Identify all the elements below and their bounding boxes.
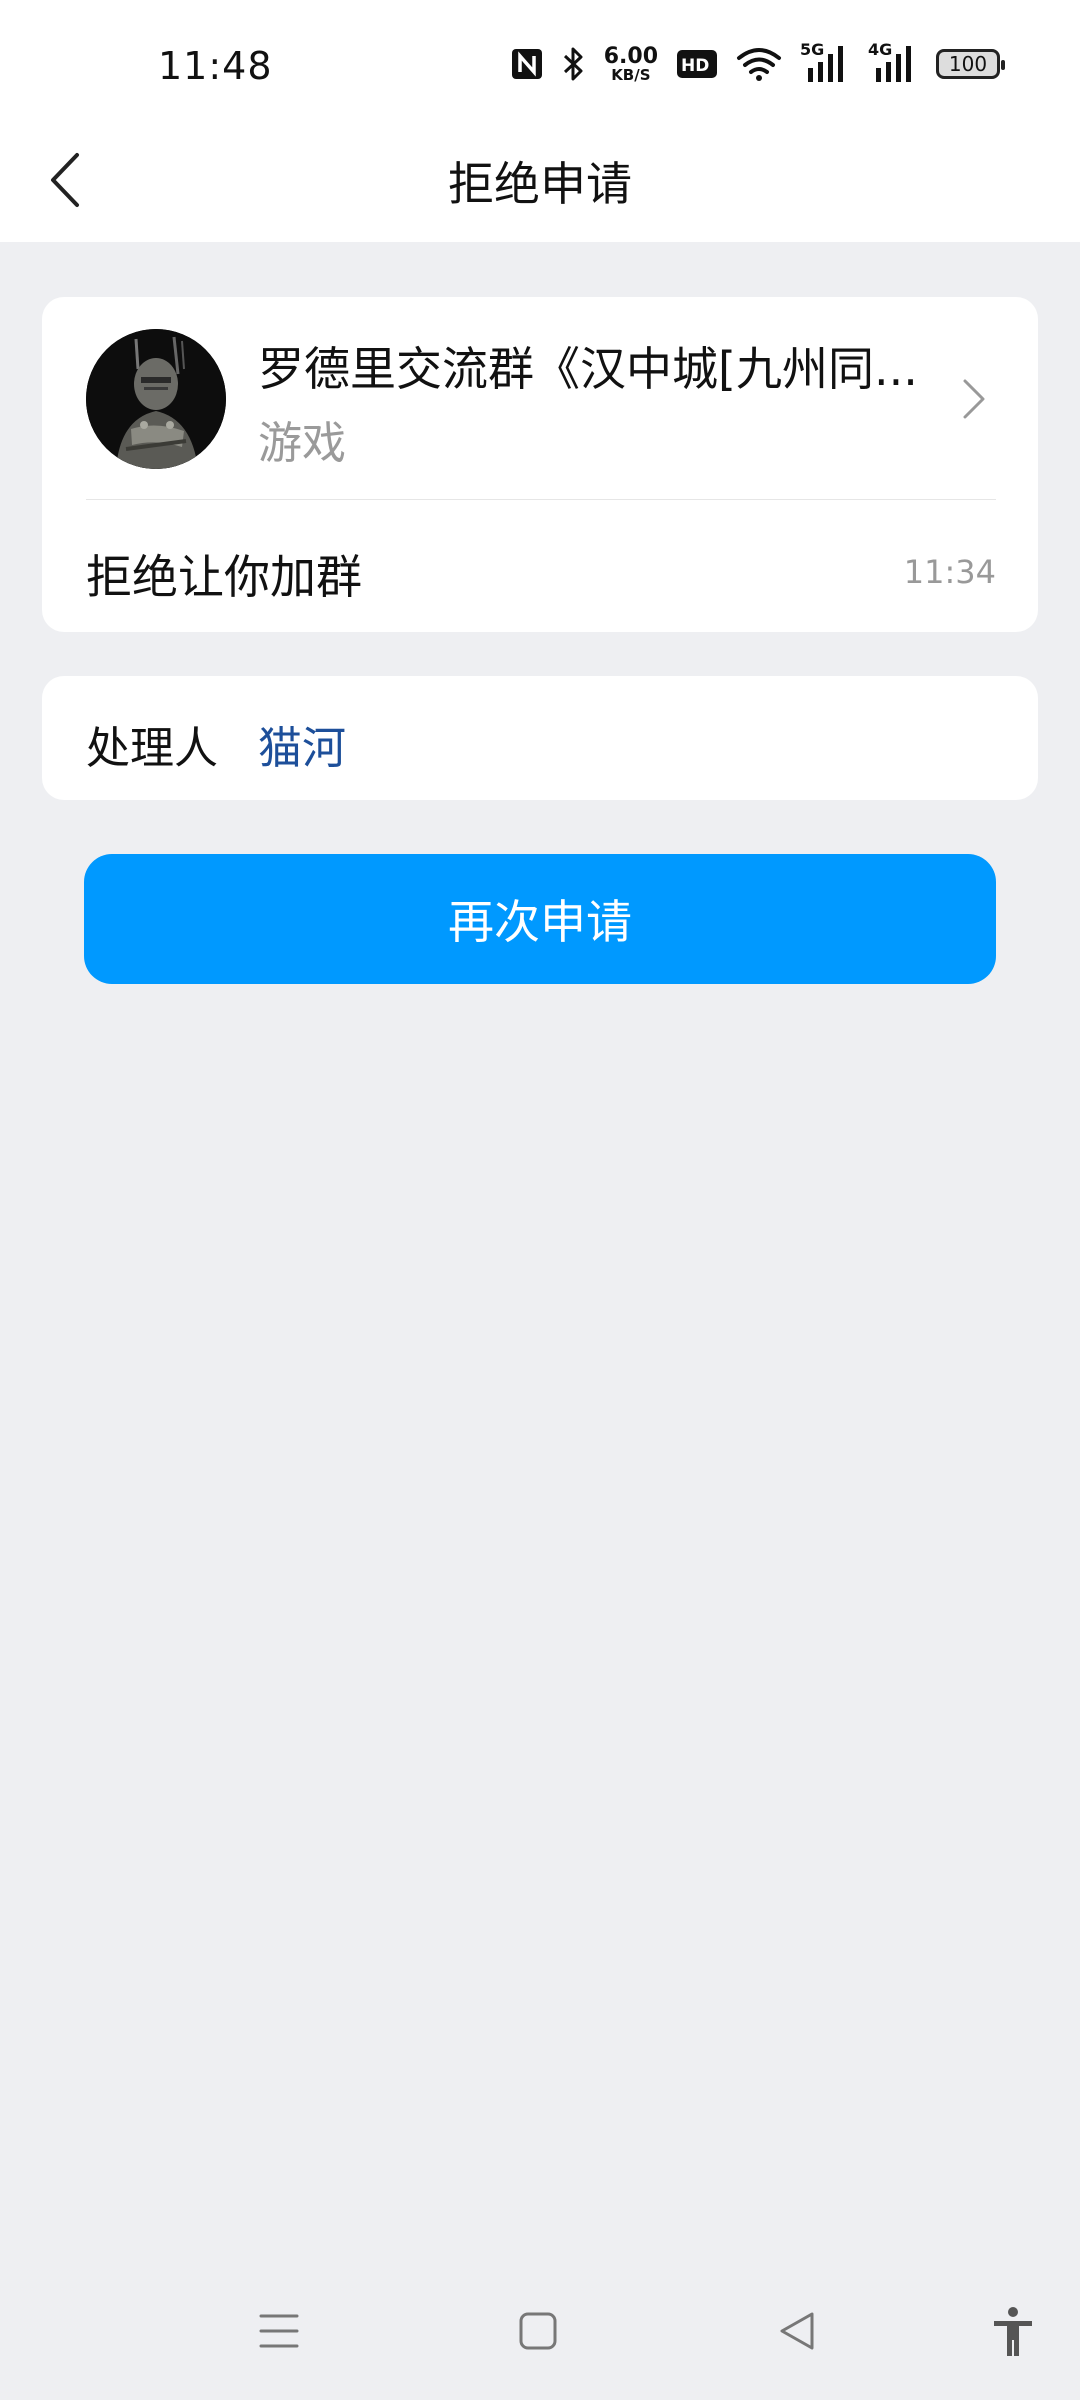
reject-time: 11:34 [903, 553, 996, 591]
battery-icon: 100 [936, 49, 1005, 79]
divider [86, 499, 996, 500]
signal-5g-icon: 5G [800, 40, 850, 84]
net-speed: 6.00 KB/S [603, 43, 658, 84]
group-name: 罗德里交流群《汉中城[九州同... [258, 342, 918, 396]
group-category: 游戏 [258, 418, 346, 469]
handler-card: 处理人 猫河 [42, 676, 1038, 800]
group-avatar [86, 329, 226, 469]
page-title: 拒绝申请 [448, 157, 632, 211]
net-speed-unit: KB/S [611, 65, 651, 84]
reject-message: 拒绝让你加群 [86, 550, 362, 604]
status-icons: 6.00 KB/S HD 5G 4G 100 [510, 40, 1005, 86]
handler-name-link[interactable]: 猫河 [258, 712, 346, 776]
group-card: 罗德里交流群《汉中城[九州同... 游戏 拒绝让你加群 11:34 [42, 297, 1038, 632]
chevron-right-icon [963, 379, 985, 419]
signal-4g-icon: 4G [868, 40, 918, 84]
svg-text:HD: HD [681, 56, 709, 76]
menu-icon[interactable] [258, 2310, 300, 2352]
system-nav-bar [0, 2270, 1080, 2400]
bluetooth-icon [563, 47, 583, 81]
wifi-icon [737, 48, 781, 81]
status-bar: 11:48 6.00 KB/S HD 5G 4G 100 [0, 0, 1080, 120]
nfc-icon [511, 49, 542, 79]
net-speed-value: 6.00 [603, 43, 658, 69]
home-square-icon[interactable] [517, 2310, 559, 2352]
handler-label: 处理人 [86, 723, 218, 774]
knight-avatar-icon [86, 329, 226, 469]
hd-icon: HD [677, 50, 717, 78]
reapply-button[interactable]: 再次申请 [84, 854, 996, 984]
accessibility-icon[interactable] [990, 2306, 1036, 2358]
back-triangle-icon[interactable] [776, 2310, 818, 2352]
header: 拒绝申请 [0, 120, 1080, 242]
group-info-row[interactable]: 罗德里交流群《汉中城[九州同... 游戏 [42, 297, 1038, 501]
status-time: 11:48 [158, 44, 273, 88]
